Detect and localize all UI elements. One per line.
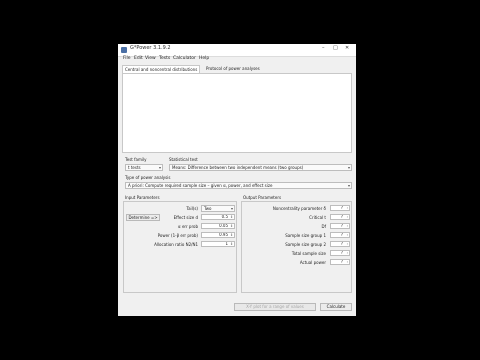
input-parameters-title: Input Parameters: [125, 195, 160, 200]
statistical-test-label: Statistical test: [169, 157, 198, 162]
ncp-label: Noncentrality parameter δ: [272, 206, 326, 211]
allocation-value: 1: [225, 241, 228, 246]
test-family-select[interactable]: t tests ▾: [125, 164, 163, 171]
test-family-value: t tests: [128, 165, 141, 170]
input-parameters-panel: Tail(s) Two ▾ Determine => Effect size d…: [123, 201, 237, 293]
statistical-test-value: Means: Difference between two independen…: [172, 165, 304, 170]
allocation-label: Allocation ratio N2/N1: [154, 242, 198, 247]
chevron-down-icon: ▾: [230, 206, 233, 211]
spinner-icon: ›: [346, 242, 348, 246]
critical-t-label: Critical t: [309, 215, 326, 220]
spinner-icon[interactable]: ⇕: [230, 233, 233, 237]
critical-t-value: ?: [340, 214, 343, 219]
effect-size-value: 0.5: [221, 214, 228, 219]
xy-plot-button[interactable]: X-Y plot for a range of values: [234, 303, 316, 311]
menu-view[interactable]: View: [145, 56, 156, 61]
critical-t-field: ? ›: [330, 214, 350, 220]
spinner-icon: ›: [346, 260, 348, 264]
effect-size-field[interactable]: 0.5 ⇕: [201, 214, 235, 220]
gpower-window: G*Power 3.1.9.2 – □ ✕ File Edit View Tes…: [118, 44, 356, 316]
output-parameters-panel: Noncentrality parameter δ ? › Critical t…: [241, 201, 352, 293]
menu-calculator[interactable]: Calculator: [173, 56, 196, 61]
actual-power-value: ?: [340, 259, 343, 264]
determine-button[interactable]: Determine =>: [126, 214, 160, 221]
actual-power-label: Actual power: [299, 260, 326, 265]
chevron-down-icon: ▾: [347, 183, 350, 188]
tails-select[interactable]: Two ▾: [201, 205, 235, 212]
statistical-test-select[interactable]: Means: Difference between two independen…: [169, 164, 352, 171]
calculate-button[interactable]: Calculate: [320, 303, 352, 311]
analysis-type-select[interactable]: A priori: Compute required sample size –…: [125, 182, 352, 189]
analysis-type-value: A priori: Compute required sample size –…: [128, 183, 273, 188]
spinner-icon[interactable]: ⇕: [230, 224, 233, 228]
power-field[interactable]: 0.95 ⇕: [201, 232, 235, 238]
df-value: ?: [340, 223, 343, 228]
output-parameters-title: Output Parameters: [243, 195, 282, 200]
test-family-label: Test family: [125, 157, 147, 162]
alpha-field[interactable]: 0.05 ⇕: [201, 223, 235, 229]
ncp-value: ?: [340, 205, 343, 210]
power-label: Power (1-β err prob): [157, 233, 198, 238]
window-title: G*Power 3.1.9.2: [130, 45, 171, 51]
analysis-type-label: Type of power analysis: [125, 175, 171, 180]
spinner-icon: ›: [346, 224, 348, 228]
sample-size-1-label: Sample size group 1: [285, 233, 326, 238]
app-icon: [121, 47, 127, 53]
power-value: 0.95: [219, 232, 228, 237]
total-sample-size-field: ? ›: [330, 250, 350, 256]
chevron-down-icon: ▾: [347, 165, 350, 170]
df-field: ? ›: [330, 223, 350, 229]
sample-size-2-label: Sample size group 2: [285, 242, 326, 247]
df-label: Df: [321, 224, 327, 229]
menu-help[interactable]: Help: [199, 56, 209, 61]
ncp-field: ? ›: [330, 205, 350, 211]
menu-tests[interactable]: Tests: [159, 56, 170, 61]
sample-size-2-value: ?: [340, 241, 343, 246]
alpha-value: 0.05: [219, 223, 228, 228]
spinner-icon[interactable]: ⇕: [230, 215, 233, 219]
spinner-icon[interactable]: ⇕: [230, 242, 233, 246]
actual-power-field: ? ›: [330, 259, 350, 265]
chevron-down-icon: ▾: [158, 165, 161, 170]
menu-edit[interactable]: Edit: [134, 56, 143, 61]
spinner-icon: ›: [346, 206, 348, 210]
distribution-plot-area: [122, 73, 352, 153]
spinner-icon: ›: [346, 215, 348, 219]
sample-size-1-field: ? ›: [330, 232, 350, 238]
effect-size-label: Effect size d: [173, 215, 198, 220]
menu-file[interactable]: File: [123, 56, 131, 61]
maximize-icon[interactable]: □: [333, 45, 338, 51]
total-sample-size-value: ?: [340, 250, 343, 255]
tab-protocol[interactable]: Protocol of power analyses: [204, 65, 262, 72]
tab-distributions[interactable]: Central and noncentral distributions: [122, 65, 201, 73]
total-sample-size-label: Total sample size: [291, 251, 326, 256]
sample-size-1-value: ?: [340, 232, 343, 237]
minimize-icon[interactable]: –: [322, 45, 325, 51]
tails-value: Two: [204, 206, 212, 211]
tails-label: Tail(s): [186, 206, 198, 211]
spinner-icon: ›: [346, 251, 348, 255]
close-icon[interactable]: ✕: [345, 45, 349, 51]
sample-size-2-field: ? ›: [330, 241, 350, 247]
allocation-field[interactable]: 1 ⇕: [201, 241, 235, 247]
menu-bar: File Edit View Tests Calculator Help: [118, 56, 356, 64]
spinner-icon: ›: [346, 233, 348, 237]
alpha-label: α err prob: [178, 224, 198, 229]
